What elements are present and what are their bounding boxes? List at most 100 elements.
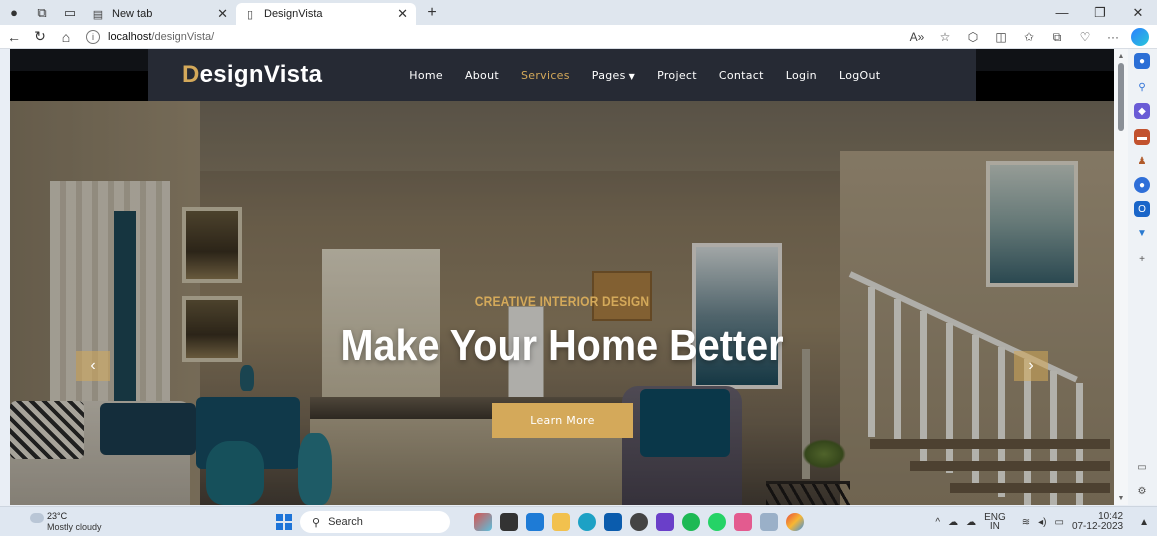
whatsapp-icon[interactable] bbox=[708, 513, 726, 531]
wifi-icon[interactable]: ≋ bbox=[1022, 517, 1030, 528]
scrollbar-thumb[interactable] bbox=[1118, 63, 1124, 131]
page-scrollbar[interactable]: ▲ ▼ bbox=[1114, 49, 1128, 505]
weather-desc: Mostly cloudy bbox=[47, 522, 102, 532]
settings-gear-icon[interactable]: ⚙ bbox=[1134, 483, 1150, 499]
caret-down-icon: ▼ bbox=[628, 71, 636, 81]
search-icon[interactable]: ⚲ bbox=[1134, 79, 1150, 95]
teams-icon[interactable] bbox=[526, 513, 544, 531]
clock[interactable]: 10:42 07-12-2023 bbox=[1072, 512, 1131, 532]
extensions-icon[interactable]: ⬡ bbox=[959, 25, 987, 49]
chrome-icon[interactable] bbox=[786, 513, 804, 531]
outlook-icon[interactable]: O bbox=[1134, 201, 1150, 217]
tools-briefcase-icon[interactable]: ▬ bbox=[1134, 129, 1150, 145]
battery-icon[interactable]: ▭ bbox=[1054, 517, 1063, 528]
shopping-tag-icon[interactable]: ◆ bbox=[1134, 103, 1150, 119]
file-explorer-icon[interactable] bbox=[552, 513, 570, 531]
hero-kicker: CREATIVE INTERIOR DESIGN bbox=[474, 293, 650, 309]
collections-icon[interactable]: ⧉ bbox=[1043, 25, 1071, 49]
search-icon: ⚲ bbox=[312, 516, 321, 529]
read-aloud-icon[interactable]: A» bbox=[903, 25, 931, 49]
site-info-icon[interactable]: i bbox=[86, 29, 100, 44]
tab-designvista[interactable]: ▯ DesignVista ✕ bbox=[236, 3, 416, 25]
minimize-icon[interactable]: — bbox=[1043, 0, 1081, 25]
split-screen-icon[interactable]: ◫ bbox=[987, 25, 1015, 49]
copilot-app-icon[interactable] bbox=[474, 513, 492, 531]
tab-new-tab[interactable]: ▤ New tab ✕ bbox=[84, 3, 236, 25]
tray-chevron-icon[interactable]: ^ bbox=[935, 517, 940, 528]
browser-tools: A» ☆ ⬡ ◫ ✩ ⧉ ♡ ··· bbox=[903, 25, 1149, 49]
search-label: Search bbox=[328, 516, 363, 528]
tab-label: New tab bbox=[112, 8, 153, 20]
visual-studio-icon[interactable] bbox=[656, 513, 674, 531]
new-tab-button[interactable]: + bbox=[420, 2, 444, 24]
restore-icon[interactable]: ❐ bbox=[1081, 0, 1119, 25]
learn-more-button[interactable]: Learn More bbox=[492, 403, 633, 438]
refresh-icon[interactable]: ↻ bbox=[28, 25, 52, 49]
onedrive-icon[interactable]: ☁ bbox=[948, 517, 958, 528]
tray-app-icon[interactable]: ☁ bbox=[966, 517, 976, 528]
back-icon[interactable]: ← bbox=[2, 25, 26, 49]
scroll-up-icon[interactable]: ▲ bbox=[1116, 51, 1126, 61]
nav-services[interactable]: Services bbox=[521, 69, 570, 82]
close-window-icon[interactable]: ✕ bbox=[1119, 0, 1157, 25]
taskbar-search[interactable]: ⚲ Search bbox=[300, 511, 450, 533]
notification-icon[interactable]: ▲ bbox=[1139, 517, 1149, 528]
windows-taskbar: 23°C Mostly cloudy ⚲ Search ^ ☁ ☁ ENG IN … bbox=[0, 506, 1157, 536]
tab-actions-icon[interactable]: ▭ bbox=[56, 0, 84, 25]
workspaces-icon[interactable]: ⧉ bbox=[28, 0, 56, 25]
app-icon[interactable] bbox=[630, 513, 648, 531]
screen: ● ⧉ ▭ ▤ New tab ✕ ▯ DesignVista ✕ + — ❐ … bbox=[0, 0, 1157, 536]
tab-label: DesignVista bbox=[264, 8, 323, 20]
site-navbar: DesignVista Home About Services Pages ▼ P… bbox=[148, 49, 976, 101]
chevron-left-icon: ‹ bbox=[90, 357, 96, 374]
nav-project[interactable]: Project bbox=[657, 69, 697, 82]
browser-toolbar: ← ↻ ⌂ i localhost/designVista/ A» ☆ ⬡ ◫ … bbox=[0, 25, 1157, 49]
nav-logout[interactable]: LogOut bbox=[839, 69, 880, 82]
nav-pages-label: Pages bbox=[591, 68, 626, 82]
nav-about[interactable]: About bbox=[465, 69, 499, 82]
games-icon[interactable]: ♟ bbox=[1134, 153, 1150, 169]
carousel-prev-button[interactable]: ‹ bbox=[76, 351, 110, 381]
close-tab-icon[interactable]: ✕ bbox=[217, 6, 228, 22]
profile-icon[interactable]: ● bbox=[0, 0, 28, 25]
edge-browser-icon[interactable] bbox=[578, 513, 596, 531]
microsoft-365-icon[interactable]: ● bbox=[1134, 177, 1150, 193]
address-bar[interactable]: i localhost/designVista/ bbox=[86, 27, 806, 47]
site-logo[interactable]: DesignVista bbox=[182, 61, 322, 89]
close-tab-icon[interactable]: ✕ bbox=[397, 6, 408, 22]
volume-icon[interactable]: ◂) bbox=[1038, 517, 1046, 528]
store-icon[interactable] bbox=[604, 513, 622, 531]
notification-bell-icon[interactable]: ● bbox=[1134, 53, 1150, 69]
spotify-icon[interactable] bbox=[682, 513, 700, 531]
main-menu: Home About Services Pages ▼ Project Conta… bbox=[409, 69, 902, 82]
more-icon[interactable]: ··· bbox=[1099, 25, 1127, 49]
new-tab-page-icon: ▤ bbox=[92, 8, 104, 21]
carousel-next-button[interactable]: › bbox=[1014, 351, 1048, 381]
photos-icon[interactable] bbox=[734, 513, 752, 531]
copilot-icon[interactable] bbox=[1131, 28, 1149, 46]
logo-initial: D bbox=[182, 61, 200, 88]
snipping-tool-icon[interactable] bbox=[760, 513, 778, 531]
nav-contact[interactable]: Contact bbox=[719, 69, 764, 82]
window-controls: — ❐ ✕ bbox=[1043, 0, 1157, 25]
language-region: IN bbox=[989, 521, 1000, 532]
clock-date: 07-12-2023 bbox=[1071, 521, 1124, 532]
drop-icon[interactable]: ▼ bbox=[1134, 225, 1150, 241]
browser-tab-strip: ● ⧉ ▭ ▤ New tab ✕ ▯ DesignVista ✕ + — ❐ … bbox=[0, 0, 1157, 25]
nav-login[interactable]: Login bbox=[786, 69, 817, 82]
browser-essentials-icon[interactable]: ♡ bbox=[1071, 25, 1099, 49]
windows-start-icon[interactable] bbox=[276, 514, 292, 530]
favorites-icon[interactable]: ✩ bbox=[1015, 25, 1043, 49]
sidebar-toggle-icon[interactable]: ▭ bbox=[1134, 459, 1150, 475]
system-tray: ^ ☁ ☁ ENG IN ≋ ◂) ▭ 10:42 07-12-2023 ▲ bbox=[935, 507, 1157, 536]
nav-home[interactable]: Home bbox=[409, 69, 443, 82]
favorite-star-icon[interactable]: ☆ bbox=[931, 25, 959, 49]
add-icon[interactable]: + bbox=[1134, 251, 1150, 267]
nav-pages-dropdown[interactable]: Pages ▼ bbox=[592, 69, 635, 82]
hero-headline: Make Your Home Better bbox=[340, 321, 784, 370]
task-view-icon[interactable] bbox=[500, 513, 518, 531]
scroll-down-icon[interactable]: ▼ bbox=[1116, 493, 1126, 503]
home-icon[interactable]: ⌂ bbox=[54, 25, 78, 49]
language-indicator[interactable]: ENG IN bbox=[984, 513, 1014, 532]
weather-widget[interactable]: 23°C Mostly cloudy bbox=[30, 510, 160, 534]
